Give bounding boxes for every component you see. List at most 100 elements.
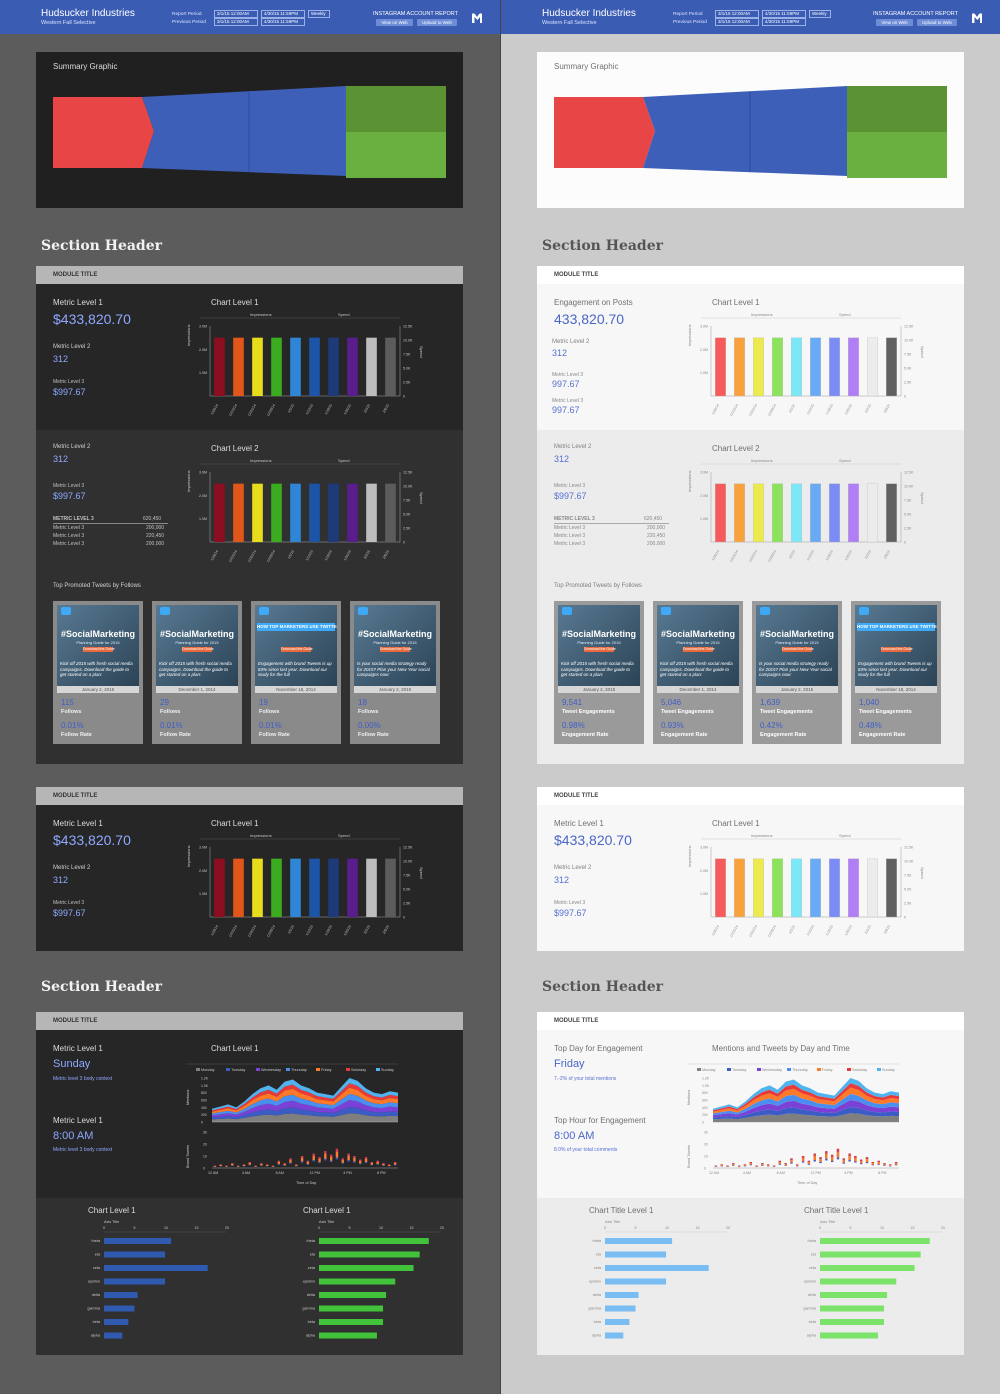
impressions-chart-2-x-tick: 2/9/15: [382, 549, 390, 559]
tweet-metric-1-label: Follows: [160, 709, 181, 715]
impressions-chart-1-bar: [214, 337, 225, 396]
top-hour-context: Metric level 3 body context: [53, 1147, 113, 1153]
brand-tweets-bar: [393, 1162, 397, 1163]
brand-tweets-bar: [813, 1155, 816, 1161]
impressions-chart-1-y2-tick: 12.5K: [904, 325, 914, 329]
impressions-chart-2-y2-tick: 10.0K: [403, 485, 413, 489]
area-legend-label: Tuesday: [231, 1068, 246, 1072]
brand-tweets-bar: [720, 1164, 723, 1165]
brand-tweets-x-tick: 12 AM: [208, 1171, 218, 1175]
impressions-chart-3-y2-axis-label: Spend: [920, 867, 925, 879]
brand-tweets-bar: [260, 1163, 263, 1166]
hbar-chart-left-bar: [104, 1238, 172, 1244]
area-y-tick: 1.2K: [702, 1077, 710, 1081]
impressions-chart-1-y2-tick: 5.0K: [403, 367, 411, 371]
tweet-metric-1-label: Follows: [259, 709, 280, 715]
metric-2-value: 312: [554, 875, 570, 885]
promoted-tweet-card[interactable]: HOW TOP MARKETERS USE TWITTER Download th…: [851, 601, 941, 744]
impressions-chart-3-y2-tick: 7.5K: [403, 874, 411, 878]
impressions-chart-3-bar: [214, 858, 225, 917]
hbar-chart-right-bar: [820, 1265, 915, 1271]
view-on-web-button[interactable]: View on Web: [876, 19, 913, 26]
hbar-chart-right-x-tick: 15: [911, 1226, 915, 1230]
module-title: MODULE TITLE: [537, 1012, 964, 1030]
promoted-tweet-card[interactable]: #SocialMarketing Planning Guide for 2015 D…: [653, 601, 743, 744]
brand-tweets-bar: [231, 1163, 234, 1164]
brand-tweets-bar: [767, 1164, 770, 1167]
impressions-chart-3-y-axis-label: Impressions: [186, 845, 191, 867]
impressions-chart-1-y2-axis-label: Spend: [920, 346, 925, 358]
brand-tweets-bar: [376, 1161, 379, 1165]
area-y-tick: 200: [201, 1113, 207, 1117]
promoted-tweet-card[interactable]: #SocialMarketing Planning Guide for 2015 D…: [53, 601, 143, 744]
hbar-chart-left-category-label: eta: [596, 1253, 602, 1257]
promoted-tweet-card[interactable]: HOW TOP MARKETERS USE TWITTER Download th…: [251, 601, 341, 744]
brand-tweets-bar: [329, 1156, 333, 1161]
impressions-chart-3-y-tick: 3.0M: [700, 846, 708, 850]
metric-2-value: 312: [552, 348, 568, 358]
hbar-chart-left-bar: [104, 1265, 208, 1271]
impressions-chart-3-y2-axis-label: Spend: [419, 867, 424, 879]
view-on-web-button[interactable]: View on Web: [376, 19, 413, 26]
impressions-chart-2-y2-tick: 5.0K: [904, 513, 912, 517]
area-y-tick: 600: [702, 1099, 708, 1103]
tweet-image: #SocialMarketing Planning Guide for 2015 D…: [657, 605, 739, 686]
tweet-metric-1-value: 29: [160, 698, 169, 707]
metric-1-label: Metric Level 1: [53, 819, 103, 828]
impressions-chart-2-bar: [366, 483, 377, 542]
tweet-text: Is your social media strategy ready for …: [357, 661, 430, 677]
tweet-subheadline: Planning Guide for 2015: [175, 640, 219, 645]
impressions-chart-3-y2-tick: 5.0K: [403, 888, 411, 892]
area-y-tick: 0: [201, 1121, 203, 1125]
hbar-chart-right-bar: [319, 1292, 387, 1298]
area-legend-label: Thursday: [792, 1068, 808, 1072]
tweet-cta-button: Download the Guide: [683, 647, 715, 652]
promoted-tweet-card[interactable]: #SocialMarketing Planning Guide for 2015 D…: [152, 601, 242, 744]
row2-metric-2-label: Metric Level 2: [554, 444, 592, 450]
impressions-chart-2-y-axis-label: Impressions: [687, 470, 692, 492]
promoted-tweet-card[interactable]: #SocialMarketing Planning Guide for 2015 D…: [350, 601, 440, 744]
area-legend-swatch: [376, 1068, 380, 1071]
promoted-tweet-card[interactable]: #SocialMarketing Planning Guide for 2015 D…: [752, 601, 842, 744]
promoted-tweet-card[interactable]: #SocialMarketing Planning Guide for 2015 D…: [554, 601, 644, 744]
tweet-image: #SocialMarketing Planning Guide for 2015 D…: [57, 605, 139, 686]
top-day-label: Top Day for Engagement: [554, 1044, 643, 1053]
impressions-chart-2-bar: [233, 483, 244, 542]
report-start-field: 3/1/15 12:00AM: [715, 10, 759, 18]
brand-tweets-bar: [376, 1160, 379, 1162]
impressions-chart-2-x-tick: 12/22/14: [748, 549, 758, 563]
impressions-chart-1-x-tick: 12/8/14: [210, 403, 219, 415]
hbar-chart-right-x-tick: 20: [941, 1226, 945, 1230]
tweet-headline: #SocialMarketing: [759, 629, 835, 639]
top-day-context: Metric level 3 body context: [53, 1076, 113, 1082]
module-title: MODULE TITLE: [36, 1012, 463, 1030]
upload-to-web-button[interactable]: Upload to Web: [417, 19, 457, 26]
table-row-label: Metric Level 3: [53, 525, 85, 531]
impressions-chart-2-bar: [810, 483, 821, 543]
impressions-chart-2-x-tick: 12/29/14: [266, 549, 276, 563]
brand-tweets-bar: [761, 1163, 764, 1166]
brand-tweets-bar: [865, 1157, 869, 1159]
twitter-bird-icon: [61, 607, 71, 615]
hbar-chart-right-category-label: epsilon: [804, 1280, 816, 1284]
impressions-chart-2-bar: [791, 483, 802, 543]
area-legend-swatch: [817, 1068, 821, 1071]
tweet-metric-1-value: 19: [259, 698, 268, 707]
impressions-chart-3-x-tick: 12/29/14: [767, 924, 777, 938]
upload-to-web-button[interactable]: Upload to Web: [917, 19, 957, 26]
hbar-chart-left-chart: Chart Level 1 Axis Title 0 5 10 15 20 theta eta z…: [78, 1206, 229, 1346]
brand-tweets-bar: [306, 1161, 310, 1165]
hbar-chart-right-axis-title: Axis Title: [820, 1220, 835, 1224]
impressions-chart-2-bar: [772, 483, 783, 543]
impressions-chart-1-y2-axis-label: Spend: [419, 346, 424, 358]
top-hour-label: Metric Level 1: [53, 1116, 103, 1125]
brand-tweets-bar: [329, 1154, 333, 1157]
table-row-label: Metric Level 3: [554, 541, 586, 547]
row2-metric-2-label: Metric Level 2: [53, 444, 91, 450]
summary-graphic-svg: [53, 86, 446, 178]
metric-2-label: Metric Level 2: [53, 344, 91, 350]
section-header: Section Header: [41, 238, 162, 254]
impressions-chart-3-y-tick: 2.0M: [700, 869, 708, 873]
impressions-chart-2-x-tick: 1/12/15: [806, 549, 815, 561]
impressions-chart-2-y-tick: 1.0M: [700, 517, 708, 521]
